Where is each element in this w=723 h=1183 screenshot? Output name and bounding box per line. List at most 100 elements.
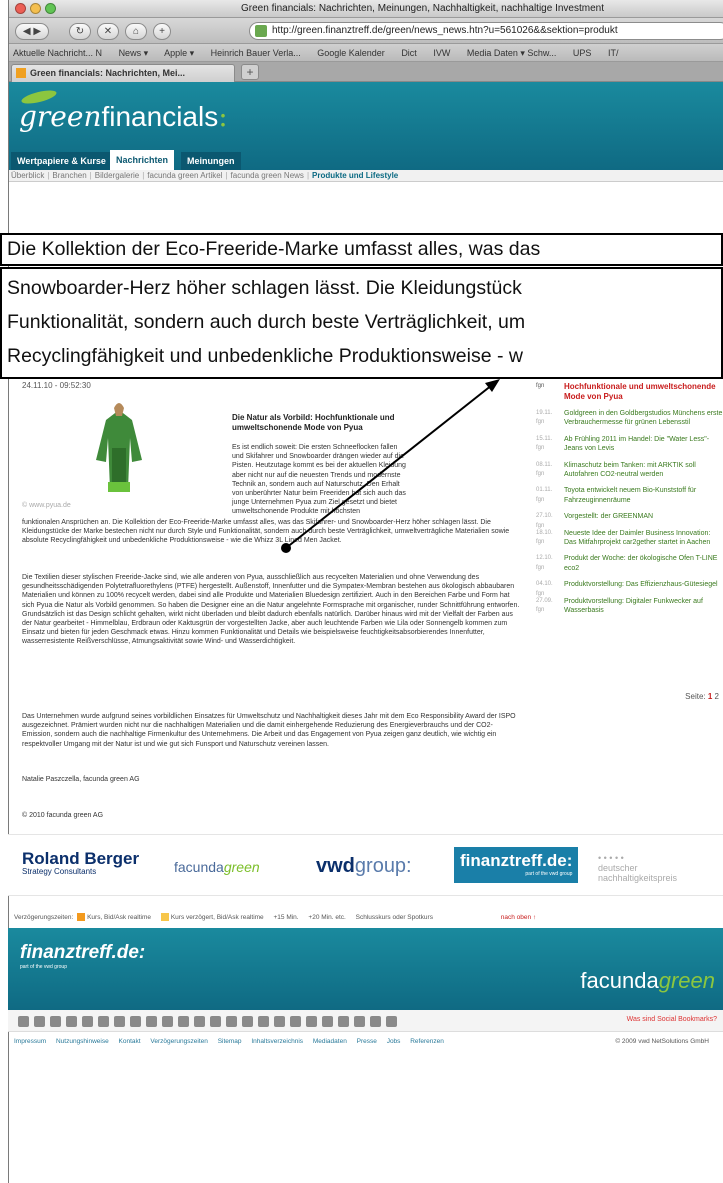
bookmark-item[interactable]: Apple ▾ [164,48,194,58]
footer-link[interactable]: Kontakt [119,1038,141,1045]
news-item[interactable]: 04.10. fgn Produktvorstellung: Das Effizi… [532,580,723,596]
social-bookmark-icon[interactable] [338,1016,349,1027]
tab-meinungen[interactable]: Meinungen [181,152,241,170]
zoom-window-icon[interactable] [45,3,56,14]
subnav-item[interactable]: facunda green Artikel [147,171,222,180]
pager-next[interactable]: 2 [715,692,719,701]
stop-icon[interactable]: ✕ [97,23,119,40]
subnav-item[interactable]: Überblick [11,171,44,180]
news-item[interactable]: 19.11. fgn Goldgreen in den Goldbergstudi… [532,409,723,428]
news-item[interactable]: 08.11. fgn Klimaschutz beim Tanken: mit A… [532,461,723,480]
pager-label: Seite: [685,692,706,701]
subnav-item[interactable]: facunda green News [231,171,304,180]
delayed-swatch-icon [160,913,169,922]
back-to-top-link[interactable]: nach oben ↑ [501,914,536,921]
social-bookmark-icon[interactable] [178,1016,189,1027]
news-item[interactable]: 18.10. fgn Neueste Idee der Daimler Busin… [532,529,723,548]
social-bookmark-icon[interactable] [306,1016,317,1027]
photo-credit: © www.pyua.de [22,502,71,509]
social-bookmark-icon[interactable] [242,1016,253,1027]
social-bookmark-icon[interactable] [162,1016,173,1027]
news-item[interactable]: 15.11. fgn Ab Frühling 2011 im Handel: Di… [532,435,723,454]
social-bookmarks-help-link[interactable]: Was sind Social Bookmarks? [627,1016,717,1023]
news-item[interactable]: 27.09. fgn Produktvorstellung: Digitaler … [532,597,723,616]
news-item[interactable]: 27.10. fgn Vorgestellt: der GREENMAN [532,512,723,528]
news-item[interactable]: 12.10. fgn Produkt der Woche: der ökologi… [532,554,723,573]
home-icon[interactable]: ⌂ [125,23,147,40]
social-bookmark-icon[interactable] [130,1016,141,1027]
social-bookmark-icon[interactable] [82,1016,93,1027]
tab-nachrichten[interactable]: Nachrichten [110,150,175,170]
zoom-text: Recyclingfähigkeit und unbedenkliche Pro… [7,345,523,367]
bookmark-item[interactable]: IVW [433,48,450,58]
bookmark-item[interactable]: Media Daten ▾ Schw... [467,48,557,58]
site-header: greenfinancials: Wertpapiere & Kurse Nac… [9,82,723,170]
bookmark-item[interactable]: Dict [401,48,417,58]
bookmark-add-icon[interactable]: + [153,23,171,40]
footer-link[interactable]: Inhaltsverzeichnis [251,1038,303,1045]
social-bookmarks-bar: Was sind Social Bookmarks? [8,1010,723,1032]
social-bookmark-icon[interactable] [386,1016,397,1027]
browser-tab[interactable]: Green financials: Nachrichten, Mei... [11,64,235,82]
social-bookmark-icon[interactable] [210,1016,221,1027]
back-forward-button[interactable]: ◀ ▶ [15,23,49,40]
news-item[interactable]: 01.11. fgn Toyota entwickelt neuem Bio-Ku… [532,486,723,505]
social-bookmark-icon[interactable] [258,1016,269,1027]
footer-link[interactable]: Mediadaten [313,1038,347,1045]
footer-link[interactable]: Sitemap [218,1038,242,1045]
social-bookmark-icon[interactable] [146,1016,157,1027]
article-paragraph: Die Textilien dieser stylischen Freeride… [22,574,520,646]
social-bookmark-icon[interactable] [114,1016,125,1027]
social-bookmark-icon[interactable] [226,1016,237,1027]
article-paragraph: funktionalen Ansprüchen an. Die Kollekti… [22,519,510,545]
social-bookmark-icon[interactable] [98,1016,109,1027]
close-window-icon[interactable] [15,3,26,14]
facunda-green-logo[interactable]: facundagreen [174,859,260,875]
subnav-item[interactable]: Bildergalerie [95,171,139,180]
social-bookmark-icon[interactable] [290,1016,301,1027]
new-tab-button[interactable]: + [241,64,259,80]
footer-link[interactable]: Verzögerungszeiten [150,1038,207,1045]
bookmark-item[interactable]: Heinrich Bauer Verla... [211,48,301,58]
social-bookmark-icon[interactable] [50,1016,61,1027]
footer-finanztreff-logo[interactable]: finanztreff.de: part of the vwd group [20,942,145,970]
footer-link[interactable]: Presse [357,1038,377,1045]
social-bookmark-icon[interactable] [322,1016,333,1027]
tab-wertpapiere[interactable]: Wertpapiere & Kurse [11,152,112,170]
site-logo[interactable]: greenfinancials: [19,100,228,133]
footer-link[interactable]: Jobs [387,1038,401,1045]
news-item-current[interactable]: fgn Hochfunktionale und umweltschonende M… [532,382,723,402]
subnav-item[interactable]: Branchen [52,171,86,180]
footer-link[interactable]: Nutzungshinweise [56,1038,109,1045]
bookmark-item[interactable]: IT/ [608,48,619,58]
zoom-text: Snowboarder-Herz höher schlagen lässt. D… [7,277,522,299]
jacket-photo [84,398,154,496]
article-copyright: © 2010 facunda green AG [22,812,104,819]
social-bookmark-icon[interactable] [34,1016,45,1027]
footer-link[interactable]: Impressum [14,1038,46,1045]
sub-nav: Überblick | Branchen | Bildergalerie | facunda… [9,170,723,182]
footer-link[interactable]: Referenzen [410,1038,444,1045]
nachhaltigkeitspreis-logo[interactable]: • • • • • deutscher nachhaltigkeitspreis [598,853,677,883]
bookmark-item[interactable]: UPS [573,48,592,58]
minimize-window-icon[interactable] [30,3,41,14]
reload-icon[interactable]: ↻ [69,23,91,40]
subnav-item-active[interactable]: Produkte und Lifestyle [312,171,398,180]
social-bookmark-icon[interactable] [18,1016,29,1027]
footer-facunda-logo[interactable]: facundagreen [580,968,715,994]
social-bookmark-icon[interactable] [194,1016,205,1027]
article-paragraph: Das Unternehmen wurde aufgrund seines vo… [22,713,516,748]
social-bookmark-icon[interactable] [274,1016,285,1027]
title-bar: Green financials: Nachrichten, Meinungen… [9,0,723,18]
vwd-group-logo[interactable]: vwdgroup: [316,855,412,878]
logo-word: financials [101,101,219,132]
social-bookmark-icon[interactable] [66,1016,77,1027]
bookmark-item[interactable]: Aktuelle Nachricht... ⁠N [13,48,102,58]
url-field[interactable]: http://green.finanztreff.de/green/news_n… [249,22,723,40]
social-bookmark-icon[interactable] [354,1016,365,1027]
social-bookmark-icon[interactable] [370,1016,381,1027]
roland-berger-logo[interactable]: Roland Berger Strategy Consultants [22,850,139,877]
bookmark-item[interactable]: Google Kalender [317,48,385,58]
bookmark-item[interactable]: News ▾ [119,48,149,58]
finanztreff-logo[interactable]: finanztreff.de: part of the vwd group [454,847,579,883]
